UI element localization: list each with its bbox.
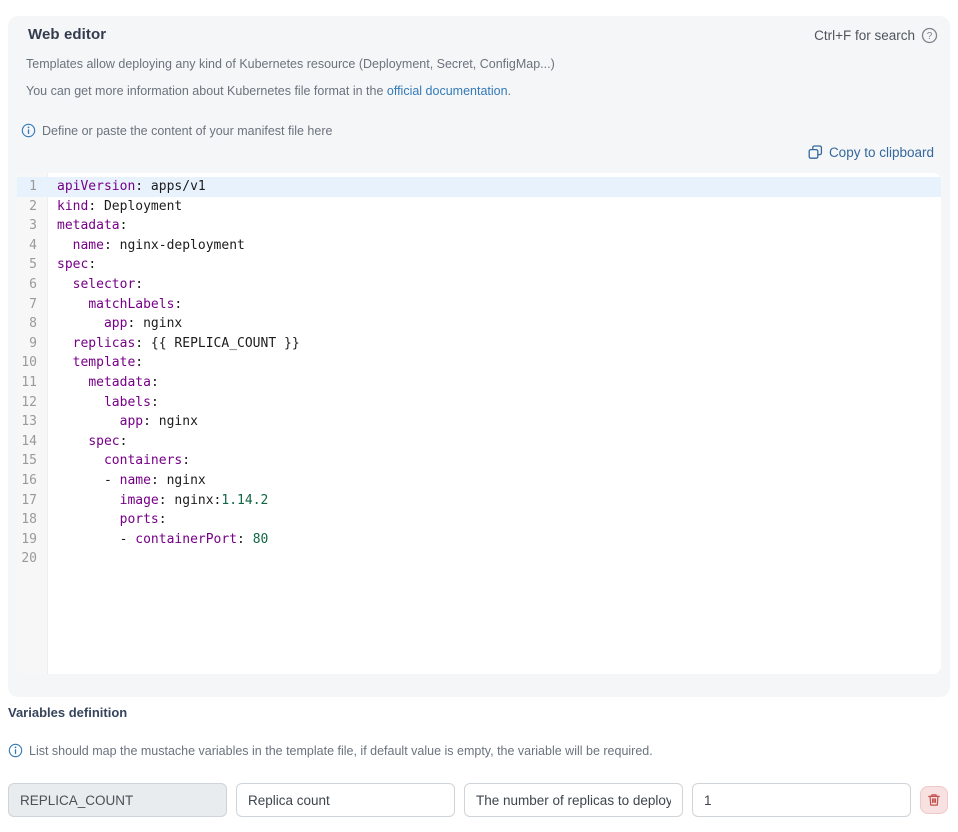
line-number: 6	[17, 275, 48, 295]
code-line-content: - name: nginx	[48, 471, 206, 491]
code-line-5[interactable]: 5spec:	[17, 255, 941, 275]
code-line-9[interactable]: 9 replicas: {{ REPLICA_COUNT }}	[17, 334, 941, 354]
line-number: 4	[17, 236, 48, 256]
code-line-content: image: nginx:1.14.2	[48, 491, 268, 511]
official-documentation-link[interactable]: official documentation	[387, 84, 508, 98]
variables-definition-heading: Variables definition	[8, 705, 127, 720]
code-line-content: spec:	[48, 255, 96, 275]
search-hint-label: Ctrl+F for search	[814, 28, 915, 43]
line-number: 7	[17, 295, 48, 315]
trash-icon	[927, 793, 941, 807]
code-line-content: metadata:	[48, 216, 127, 236]
help-icon[interactable]: ?	[921, 27, 938, 44]
variables-hint-label: List should map the mustache variables i…	[29, 744, 653, 758]
line-number: 12	[17, 393, 48, 413]
code-line-content: replicas: {{ REPLICA_COUNT }}	[48, 334, 300, 354]
variable-label-input[interactable]	[236, 783, 455, 817]
line-number: 18	[17, 510, 48, 530]
code-line-content: apiVersion: apps/v1	[48, 177, 206, 197]
variable-description-input[interactable]	[464, 783, 683, 817]
variable-row	[8, 783, 947, 817]
code-line-10[interactable]: 10 template:	[17, 353, 941, 373]
code-line-11[interactable]: 11 metadata:	[17, 373, 941, 393]
line-number: 17	[17, 491, 48, 511]
code-line-16[interactable]: 16 - name: nginx	[17, 471, 941, 491]
code-line-1[interactable]: 1apiVersion: apps/v1	[17, 177, 941, 197]
variable-default-input[interactable]	[692, 783, 911, 817]
copy-to-clipboard-button[interactable]: Copy to clipboard	[808, 145, 934, 160]
code-line-content: containers:	[48, 451, 190, 471]
delete-variable-button[interactable]	[920, 786, 948, 814]
code-line-2[interactable]: 2kind: Deployment	[17, 197, 941, 217]
page: Web editor Ctrl+F for search ? Templates…	[0, 0, 958, 832]
code-line-14[interactable]: 14 spec:	[17, 432, 941, 452]
svg-text:?: ?	[927, 31, 933, 42]
search-hint: Ctrl+F for search ?	[814, 27, 938, 44]
variables-hint-row: List should map the mustache variables i…	[8, 743, 653, 758]
code-line-content: matchLabels:	[48, 295, 182, 315]
copy-icon	[808, 145, 823, 160]
code-line-content	[48, 549, 57, 569]
code-line-20[interactable]: 20	[17, 549, 941, 569]
code-line-content: spec:	[48, 432, 127, 452]
description-line-1: Templates allow deploying any kind of Ku…	[26, 57, 555, 71]
line-number: 5	[17, 255, 48, 275]
manifest-hint-label: Define or paste the content of your mani…	[42, 124, 332, 138]
line-number: 1	[17, 177, 48, 197]
variable-name-input	[8, 783, 227, 817]
info-icon	[21, 123, 36, 138]
code-line-15[interactable]: 15 containers:	[17, 451, 941, 471]
line-number: 20	[17, 549, 48, 569]
code-line-4[interactable]: 4 name: nginx-deployment	[17, 236, 941, 256]
code-line-content: template:	[48, 353, 143, 373]
web-editor-widget: Web editor Ctrl+F for search ? Templates…	[8, 16, 950, 697]
code-line-content: app: nginx	[48, 412, 198, 432]
copy-to-clipboard-label: Copy to clipboard	[829, 145, 934, 160]
description-line-2-period: .	[508, 84, 511, 98]
code-line-content: labels:	[48, 393, 159, 413]
code-line-19[interactable]: 19 - containerPort: 80	[17, 530, 941, 550]
line-number: 19	[17, 530, 48, 550]
line-number: 13	[17, 412, 48, 432]
code-line-3[interactable]: 3metadata:	[17, 216, 941, 236]
code-line-7[interactable]: 7 matchLabels:	[17, 295, 941, 315]
code-line-content: metadata:	[48, 373, 159, 393]
code-line-17[interactable]: 17 image: nginx:1.14.2	[17, 491, 941, 511]
line-number: 14	[17, 432, 48, 452]
line-number: 11	[17, 373, 48, 393]
page-title: Web editor	[28, 26, 106, 43]
line-number: 8	[17, 314, 48, 334]
code-line-6[interactable]: 6 selector:	[17, 275, 941, 295]
code-line-content: ports:	[48, 510, 167, 530]
code-line-13[interactable]: 13 app: nginx	[17, 412, 941, 432]
code-editor[interactable]: 1apiVersion: apps/v12kind: Deployment3me…	[17, 173, 941, 674]
code-line-content: name: nginx-deployment	[48, 236, 245, 256]
description-line-2-text: You can get more information about Kuber…	[26, 84, 387, 98]
code-line-content: kind: Deployment	[48, 197, 182, 217]
copy-row: Copy to clipboard	[808, 145, 934, 160]
description-line-2: You can get more information about Kuber…	[26, 84, 511, 98]
line-number: 10	[17, 353, 48, 373]
line-number: 9	[17, 334, 48, 354]
code-line-content: selector:	[48, 275, 143, 295]
line-number: 16	[17, 471, 48, 491]
manifest-hint-row: Define or paste the content of your mani…	[21, 123, 332, 138]
code-line-content: app: nginx	[48, 314, 182, 334]
info-icon	[8, 743, 23, 758]
code-line-18[interactable]: 18 ports:	[17, 510, 941, 530]
code-line-12[interactable]: 12 labels:	[17, 393, 941, 413]
line-number: 3	[17, 216, 48, 236]
line-number: 2	[17, 197, 48, 217]
code-line-content: - containerPort: 80	[48, 530, 268, 550]
code-line-8[interactable]: 8 app: nginx	[17, 314, 941, 334]
editor-lines: 1apiVersion: apps/v12kind: Deployment3me…	[17, 177, 941, 569]
line-number: 15	[17, 451, 48, 471]
